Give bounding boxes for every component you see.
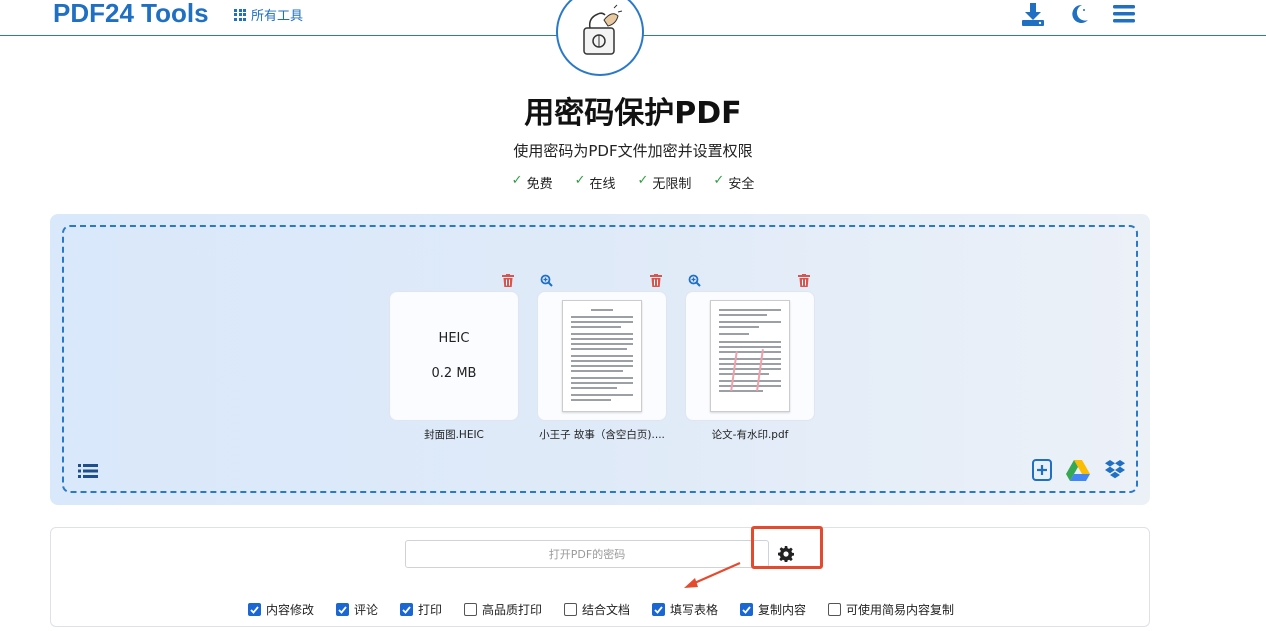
file-type-label: HEIC: [438, 331, 470, 346]
checkbox[interactable]: [247, 603, 261, 616]
permission-checkbox[interactable]: 打印: [399, 601, 442, 618]
document-page-preview: [562, 300, 642, 412]
document-page-preview: [710, 300, 790, 412]
annotation-arrow-icon: [684, 561, 741, 588]
logo[interactable]: PDF24 Tools: [53, 0, 209, 29]
file-item[interactable]: 小王子 故事（含空白页)....: [537, 271, 667, 442]
checkbox[interactable]: [828, 603, 842, 616]
page-subtitle: 使用密码为PDF文件加密并设置权限: [513, 142, 753, 160]
protection-options-panel: 内容修改 评论 打印 高品质打印 结合文档 填写表格 复制内容 可使用简易内容复…: [50, 527, 1150, 627]
permission-checkbox[interactable]: 评论: [335, 601, 378, 618]
checkbox[interactable]: [652, 603, 666, 616]
feature-item: ✓ 免费: [511, 173, 553, 192]
checkbox[interactable]: [463, 603, 477, 616]
download-icon[interactable]: [1020, 1, 1046, 27]
feature-item: ✓ 无限制: [637, 173, 692, 192]
trash-icon[interactable]: [502, 272, 514, 291]
feature-item: ✓ 安全: [713, 173, 755, 192]
drop-zone-border: HEIC 0.2 MB 封面图.HEIC 小王子 故事（含空白页).... 论文…: [62, 225, 1138, 493]
checkbox[interactable]: [335, 603, 349, 616]
highlight-annotation-box: [751, 526, 823, 569]
mascot-lock-illustration: [556, 0, 644, 76]
google-drive-icon[interactable]: [1066, 459, 1090, 485]
checkbox[interactable]: [399, 603, 413, 616]
file-thumbnail[interactable]: [537, 291, 667, 421]
trash-icon[interactable]: [650, 272, 662, 291]
permission-checkbox[interactable]: 复制内容: [740, 601, 806, 618]
file-item[interactable]: 论文-有水印.pdf: [685, 271, 815, 442]
all-tools-link[interactable]: 所有工具: [234, 5, 303, 24]
file-name: 小王子 故事（含空白页)....: [539, 429, 665, 441]
file-name: 论文-有水印.pdf: [711, 429, 789, 441]
checkbox[interactable]: [564, 603, 577, 616]
file-drop-zone[interactable]: HEIC 0.2 MB 封面图.HEIC 小王子 故事（含空白页).... 论文…: [50, 214, 1150, 505]
check-icon: ✓: [637, 173, 649, 188]
file-name: 封面图.HEIC: [424, 429, 484, 441]
checkbox[interactable]: [740, 603, 754, 616]
permission-checkbox[interactable]: 结合文档: [564, 601, 630, 618]
all-tools-label: 所有工具: [251, 9, 304, 24]
grid-icon: [234, 8, 246, 21]
file-size-label: 0.2 MB: [431, 366, 477, 381]
permission-checkbox[interactable]: 可使用简易内容复制: [828, 601, 954, 618]
permission-checkbox[interactable]: 高品质打印: [463, 601, 542, 618]
zoom-in-icon[interactable]: [540, 272, 553, 291]
feature-item: ✓ 在线: [574, 173, 616, 192]
trash-icon[interactable]: [798, 272, 810, 291]
check-icon: ✓: [574, 173, 586, 188]
file-thumbnail[interactable]: HEIC 0.2 MB: [389, 291, 519, 421]
drop-zone-actions: [1032, 459, 1126, 485]
zoom-in-icon[interactable]: [688, 272, 701, 291]
dark-mode-icon[interactable]: [1068, 3, 1090, 25]
feature-list: ✓ 免费 ✓ 在线 ✓ 无限制 ✓ 安全: [0, 173, 1266, 192]
page-title: 用密码保护PDF: [524, 96, 742, 131]
menu-icon[interactable]: [1112, 3, 1136, 25]
list-view-icon[interactable]: [78, 463, 98, 483]
header-actions: [1020, 0, 1136, 28]
check-icon: ✓: [511, 173, 523, 188]
check-icon: ✓: [713, 173, 725, 188]
permissions-list: 内容修改 评论 打印 高品质打印 结合文档 填写表格 复制内容 可使用简易内容复…: [51, 601, 1151, 618]
permission-checkbox[interactable]: 内容修改: [247, 601, 314, 618]
file-thumbnail[interactable]: [685, 291, 815, 421]
file-item[interactable]: HEIC 0.2 MB 封面图.HEIC: [389, 271, 519, 442]
add-file-icon[interactable]: [1032, 459, 1052, 485]
permission-checkbox[interactable]: 填写表格: [652, 601, 718, 618]
dropbox-icon[interactable]: [1104, 460, 1126, 484]
